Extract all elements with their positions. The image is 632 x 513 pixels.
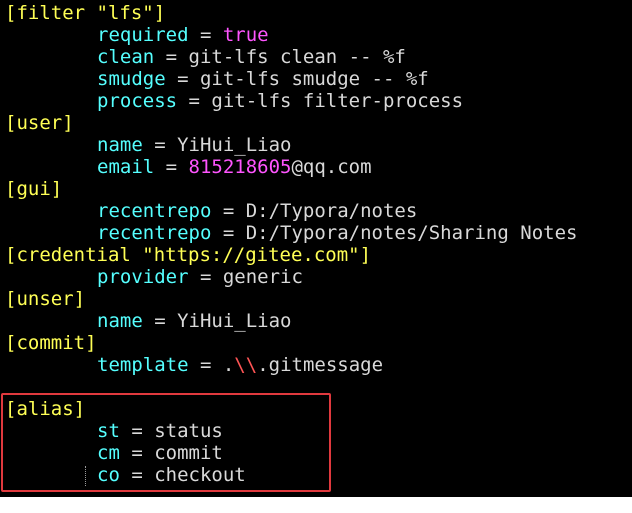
equals-sign: =	[211, 200, 246, 222]
config-key: required	[97, 24, 189, 46]
config-value-part: @qq.com	[291, 156, 372, 178]
config-value: YiHui_Liao	[177, 134, 292, 156]
config-value-part: .	[222, 354, 235, 376]
section-name: [credential "https://gitee.com"]	[5, 244, 372, 266]
config-value-part: .gitmessage	[257, 354, 384, 376]
config-key: recentrepo	[97, 200, 212, 222]
equals-sign: =	[165, 68, 200, 90]
config-section-header: [unser]	[5, 288, 577, 310]
alias-highlight-box	[1, 393, 331, 492]
indent-guide	[85, 466, 87, 486]
equals-sign: =	[154, 46, 189, 68]
terminal-window: [filter "lfs"] required = true clean = git…	[0, 0, 632, 497]
config-value-part: 815218605	[188, 156, 292, 178]
equals-sign: =	[177, 90, 212, 112]
equals-sign: =	[154, 156, 189, 178]
config-key: clean	[97, 46, 155, 68]
config-entry: email = 815218605@qq.com	[5, 156, 577, 178]
section-name: [user]	[5, 112, 74, 134]
config-value-part: \\	[234, 354, 258, 376]
config-value: git-lfs clean -- %f	[188, 46, 406, 68]
config-value: D:/Typora/notes/Sharing Notes	[245, 222, 578, 244]
section-name: [commit]	[5, 332, 97, 354]
config-key: smudge	[97, 68, 166, 90]
equals-sign: =	[211, 222, 246, 244]
section-name: [unser]	[5, 288, 86, 310]
config-key: name	[97, 134, 143, 156]
config-entry: required = true	[5, 24, 577, 46]
config-entry: clean = git-lfs clean -- %f	[5, 46, 577, 68]
section-name: [gui]	[5, 178, 63, 200]
config-key: name	[97, 310, 143, 332]
equals-sign: =	[188, 266, 223, 288]
config-entry: smudge = git-lfs smudge -- %f	[5, 68, 577, 90]
config-key: provider	[97, 266, 189, 288]
equals-sign: =	[142, 310, 178, 332]
config-section-header: [filter "lfs"]	[5, 2, 577, 24]
equals-sign: =	[188, 24, 223, 46]
config-value: git-lfs smudge -- %f	[199, 68, 429, 90]
bottom-margin	[0, 497, 632, 513]
equals-sign: =	[188, 354, 223, 376]
config-section-header: [user]	[5, 112, 577, 134]
config-section-header: [commit]	[5, 332, 577, 354]
config-entry: provider = generic	[5, 266, 577, 288]
config-entry: name = YiHui_Liao	[5, 134, 577, 156]
config-value: git-lfs filter-process	[211, 90, 464, 112]
equals-sign: =	[142, 134, 178, 156]
config-key: recentrepo	[97, 222, 212, 244]
config-key: process	[97, 90, 178, 112]
config-entry: recentrepo = D:/Typora/notes/Sharing Not…	[5, 222, 577, 244]
config-value: generic	[222, 266, 303, 288]
config-entry: process = git-lfs filter-process	[5, 90, 577, 112]
config-value: D:/Typora/notes	[245, 200, 418, 222]
config-key: template	[97, 354, 189, 376]
config-entry: recentrepo = D:/Typora/notes	[5, 200, 577, 222]
config-value: YiHui_Liao	[177, 310, 292, 332]
config-key: email	[97, 156, 155, 178]
config-entry: template = .\\.gitmessage	[5, 354, 577, 376]
config-value: true	[222, 24, 269, 46]
config-section-header: [credential "https://gitee.com"]	[5, 244, 577, 266]
config-section-header: [gui]	[5, 178, 577, 200]
config-entry: name = YiHui_Liao	[5, 310, 577, 332]
section-name: [filter "lfs"]	[5, 2, 166, 24]
